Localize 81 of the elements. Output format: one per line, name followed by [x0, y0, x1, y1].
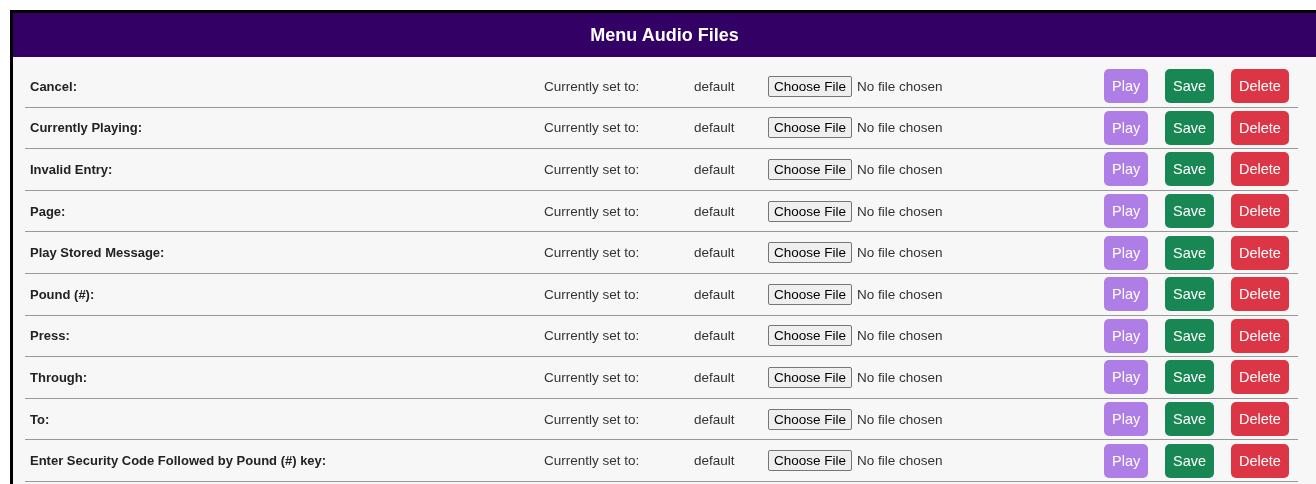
- status-label: Currently set to:: [544, 286, 641, 302]
- file-status: No file chosen: [857, 328, 943, 344]
- file-status: No file chosen: [857, 369, 943, 385]
- current-value: default: [694, 328, 736, 344]
- delete-button[interactable]: Delete: [1231, 152, 1289, 187]
- play-button[interactable]: Play: [1104, 110, 1149, 145]
- file-status: No file chosen: [857, 78, 943, 94]
- row-label: Play Stored Message:: [29, 245, 166, 261]
- file-status: No file chosen: [857, 120, 943, 136]
- current-value: default: [694, 411, 736, 427]
- delete-button[interactable]: Delete: [1231, 277, 1289, 312]
- play-button[interactable]: Play: [1104, 194, 1149, 229]
- current-value: default: [694, 369, 736, 385]
- current-value: default: [694, 162, 736, 177]
- file-status: No file chosen: [857, 453, 943, 469]
- status-label: Currently set to:: [544, 245, 641, 261]
- choose-file-button[interactable]: Choose File: [768, 325, 853, 347]
- choose-file-button[interactable]: Choose File: [768, 75, 853, 97]
- status-label: Currently set to:: [544, 203, 641, 219]
- current-value: default: [694, 453, 736, 469]
- delete-button[interactable]: Delete: [1231, 402, 1289, 437]
- row-label: Press:: [29, 328, 71, 344]
- save-button[interactable]: Save: [1165, 235, 1215, 270]
- row-label: Through:: [29, 369, 89, 385]
- status-label: Currently set to:: [544, 120, 641, 136]
- delete-button[interactable]: Delete: [1231, 235, 1289, 270]
- delete-button[interactable]: Delete: [1231, 443, 1289, 478]
- status-label: Currently set to:: [544, 411, 641, 427]
- play-button[interactable]: Play: [1104, 443, 1149, 478]
- save-button[interactable]: Save: [1165, 360, 1215, 395]
- delete-button[interactable]: Delete: [1231, 69, 1289, 104]
- save-button[interactable]: Save: [1165, 318, 1215, 353]
- play-button[interactable]: Play: [1104, 69, 1149, 104]
- current-value: default: [694, 286, 736, 302]
- choose-file-button[interactable]: Choose File: [768, 408, 853, 430]
- delete-button[interactable]: Delete: [1231, 360, 1289, 395]
- panel-title: Menu Audio Files: [590, 24, 739, 46]
- choose-file-button[interactable]: Choose File: [768, 117, 853, 139]
- play-button[interactable]: Play: [1104, 360, 1149, 395]
- status-label: Currently set to:: [544, 453, 641, 469]
- current-value: default: [694, 120, 736, 136]
- status-label: Currently set to:: [544, 328, 641, 344]
- play-button[interactable]: Play: [1104, 277, 1149, 312]
- play-button[interactable]: Play: [1104, 318, 1149, 353]
- file-status: No file chosen: [857, 162, 943, 177]
- row-label: Pound (#):: [29, 286, 96, 302]
- save-button[interactable]: Save: [1165, 443, 1215, 478]
- choose-file-button[interactable]: Choose File: [768, 242, 853, 264]
- play-button[interactable]: Play: [1104, 235, 1149, 270]
- row-label: Enter Security Code Followed by Pound (#) key:: [29, 453, 328, 469]
- save-button[interactable]: Save: [1165, 277, 1215, 312]
- status-label: Currently set to:: [544, 162, 641, 177]
- play-button[interactable]: Play: [1104, 402, 1149, 437]
- delete-button[interactable]: Delete: [1231, 318, 1289, 353]
- choose-file-button[interactable]: Choose File: [768, 450, 853, 472]
- file-status: No file chosen: [857, 286, 943, 302]
- choose-file-button[interactable]: Choose File: [768, 366, 853, 388]
- play-button[interactable]: Play: [1104, 152, 1149, 187]
- row-label: Cancel:: [29, 78, 78, 94]
- delete-button[interactable]: Delete: [1231, 194, 1289, 229]
- file-status: No file chosen: [857, 411, 943, 427]
- row-label: Currently Playing:: [29, 120, 143, 136]
- current-value: default: [694, 245, 736, 261]
- save-button[interactable]: Save: [1165, 110, 1215, 145]
- current-value: default: [694, 78, 736, 94]
- current-value: default: [694, 203, 736, 219]
- choose-file-button[interactable]: Choose File: [768, 283, 853, 305]
- status-label: Currently set to:: [544, 78, 641, 94]
- save-button[interactable]: Save: [1165, 69, 1215, 104]
- row-label: Page:: [29, 203, 67, 219]
- save-button[interactable]: Save: [1165, 152, 1215, 187]
- choose-file-button[interactable]: Choose File: [768, 159, 853, 180]
- save-button[interactable]: Save: [1165, 194, 1215, 229]
- save-button[interactable]: Save: [1165, 402, 1215, 437]
- file-status: No file chosen: [857, 245, 943, 261]
- choose-file-button[interactable]: Choose File: [768, 200, 853, 222]
- row-label: To:: [29, 411, 51, 427]
- status-label: Currently set to:: [544, 369, 641, 385]
- delete-button[interactable]: Delete: [1231, 110, 1289, 145]
- row-label: Invalid Entry:: [29, 162, 114, 177]
- file-status: No file chosen: [857, 203, 943, 219]
